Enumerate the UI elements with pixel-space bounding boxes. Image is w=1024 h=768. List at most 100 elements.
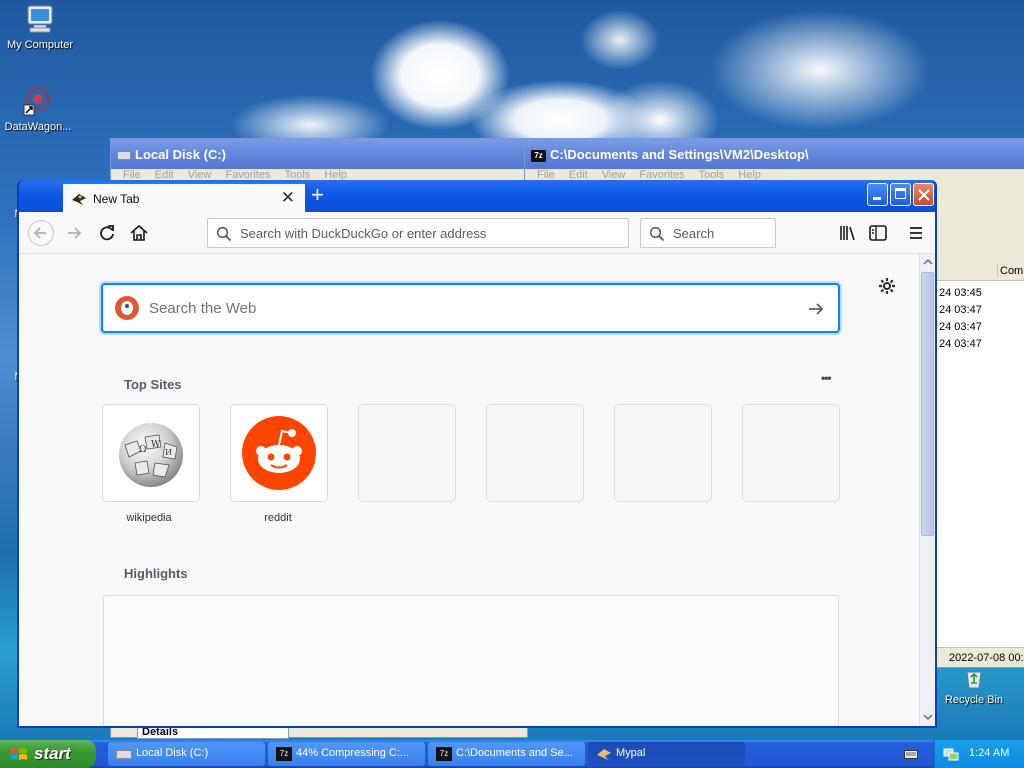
top-site-tile-empty[interactable]: [487, 405, 583, 501]
maximize-button[interactable]: [890, 183, 911, 206]
7zip-icon: 7z: [531, 149, 546, 162]
table-row[interactable]: 24 03:47: [939, 336, 982, 353]
top-sites-heading: Top Sites: [124, 377, 182, 392]
desktop-icon-label: Recycle Bin: [944, 694, 1004, 706]
taskbar-button-7zip-desktop[interactable]: 7z C:\Documents and Se...: [428, 742, 585, 766]
scrollbar-thumb[interactable]: [921, 272, 934, 536]
taskbar: start Local Disk (C:) 7z 44% Compressing…: [0, 740, 1024, 768]
mypal-icon: [596, 747, 612, 761]
mypal-icon: [71, 192, 87, 206]
list-header: Comm: [935, 261, 1024, 281]
top-site-tile-empty[interactable]: [359, 405, 455, 501]
window-title: C:\Documents and Settings\VM2\Desktop\: [550, 147, 809, 162]
taskbar-button-7zip-progress[interactable]: 7z 44% Compressing C:...: [268, 742, 425, 766]
table-row[interactable]: 24 03:47: [939, 302, 982, 319]
top-sites-more-icon[interactable]: •••: [821, 371, 832, 385]
web-search-box[interactable]: Search the Web: [101, 283, 840, 333]
taskbar-button-label: Local Disk (C:): [136, 747, 209, 759]
taskbar-button-label: 44% Compressing C:...: [296, 747, 410, 759]
minimize-button[interactable]: [867, 183, 888, 206]
hamburger-menu-icon: [910, 227, 922, 239]
search-icon: [216, 226, 232, 242]
address-bar[interactable]: Search with DuckDuckGo or enter address: [207, 218, 629, 248]
navigation-toolbar: Search with DuckDuckGo or enter address …: [19, 212, 935, 254]
table-row[interactable]: 24 03:47: [939, 319, 982, 336]
desktop-icon-label: DataWagon...: [4, 121, 72, 133]
reload-icon: [100, 225, 114, 241]
forward-arrow-icon: [68, 227, 82, 239]
top-site-tile-wikipedia[interactable]: ΩWИ: [103, 405, 199, 501]
sidebar-icon: [869, 225, 887, 241]
7zip-icon: 7z: [276, 747, 292, 761]
home-icon: [130, 224, 148, 241]
vertical-scrollbar[interactable]: [919, 254, 935, 726]
arrow-right-icon[interactable]: [806, 299, 826, 319]
new-tab-plus-icon[interactable]: +: [311, 184, 324, 206]
menu-button[interactable]: [903, 220, 929, 246]
windows-logo-icon: [10, 746, 28, 762]
network-icon[interactable]: [943, 746, 959, 762]
reddit-icon: [242, 416, 316, 490]
taskbar-button-label: C:\Documents and Se...: [456, 747, 573, 759]
top-site-tile-reddit[interactable]: [231, 405, 327, 501]
search-bar[interactable]: Search: [640, 218, 776, 248]
top-site-label[interactable]: reddit: [230, 512, 326, 524]
back-button[interactable]: [28, 220, 54, 246]
taskbar-button-mypal[interactable]: Mypal: [588, 742, 745, 766]
drive-icon: [116, 750, 132, 759]
status-bar: 2022-07-08 00:: [935, 647, 1024, 667]
library-button[interactable]: [835, 220, 861, 246]
taskbar-button-label: Mypal: [616, 747, 646, 759]
top-site-tile-empty[interactable]: [743, 405, 839, 501]
back-arrow-icon: [33, 227, 46, 239]
list-rows: 24 03:45 24 03:47 24 03:47 24 03:47: [939, 285, 982, 353]
computer-icon: [24, 3, 56, 35]
address-placeholder: Search with DuckDuckGo or enter address: [240, 226, 487, 241]
svg-text:Ω: Ω: [139, 445, 146, 455]
clock: 1:24 AM: [969, 747, 1010, 759]
start-button[interactable]: start: [0, 740, 96, 768]
close-icon: [918, 189, 930, 201]
window-title-bar[interactable]: 7z C:\Documents and Settings\VM2\Desktop\: [525, 139, 1024, 169]
highlights-panel: [103, 595, 839, 726]
desktop-icon-recycle-bin[interactable]: Recycle Bin: [934, 666, 1014, 706]
web-search-placeholder: Search the Web: [149, 300, 257, 317]
desktop-icon-label: My Computer: [6, 39, 74, 51]
scroll-up-icon[interactable]: [923, 259, 933, 265]
window-title-bar[interactable]: Local Disk (C:): [111, 139, 527, 169]
taskbar-button-local-disk[interactable]: Local Disk (C:): [108, 742, 265, 766]
new-tab-page: Search the Web Top Sites ••• ΩWИ wikiped…: [19, 254, 919, 726]
system-tray: 1:24 AM: [934, 740, 1024, 768]
desktop-icon-datawagon[interactable]: DataWagon...: [0, 85, 78, 133]
start-label: start: [34, 744, 71, 763]
search-icon: [649, 226, 665, 242]
7zip-icon: 7z: [436, 747, 452, 761]
drive-icon: [117, 151, 131, 161]
minimize-icon: [873, 197, 881, 200]
file-list[interactable]: Comm 24 03:45 24 03:47 24 03:47 24 03:47: [935, 261, 1024, 647]
highlights-heading: Highlights: [124, 566, 188, 581]
duckduckgo-icon: [115, 296, 139, 320]
browser-title-bar[interactable]: New Tab ✕ +: [19, 180, 935, 212]
status-date: 2022-07-08 00:: [949, 652, 1024, 664]
table-row[interactable]: 24 03:45: [939, 285, 982, 302]
datawagon-icon: [22, 85, 54, 117]
tab-new-tab[interactable]: New Tab ✕: [63, 182, 305, 212]
window-title: Local Disk (C:): [135, 147, 227, 162]
wikipedia-globe-icon: ΩWИ: [115, 417, 187, 489]
column-header-comment[interactable]: Comm: [997, 265, 1024, 277]
keyboard-icon[interactable]: [904, 748, 918, 760]
browser-window[interactable]: New Tab ✕ + Search with DuckDuckGo or en…: [17, 180, 937, 728]
customize-button[interactable]: [877, 276, 897, 296]
top-site-label[interactable]: wikipedia: [101, 512, 197, 524]
forward-button[interactable]: [61, 220, 87, 246]
sidebar-button[interactable]: [865, 220, 891, 246]
tab-close-icon[interactable]: ✕: [281, 188, 295, 208]
home-button[interactable]: [126, 220, 152, 246]
close-button[interactable]: [913, 183, 934, 206]
svg-text:W: W: [151, 440, 161, 450]
reload-button[interactable]: [94, 220, 120, 246]
top-site-tile-empty[interactable]: [615, 405, 711, 501]
desktop-icon-my-computer[interactable]: My Computer: [0, 3, 80, 51]
scroll-down-icon[interactable]: [923, 714, 933, 720]
